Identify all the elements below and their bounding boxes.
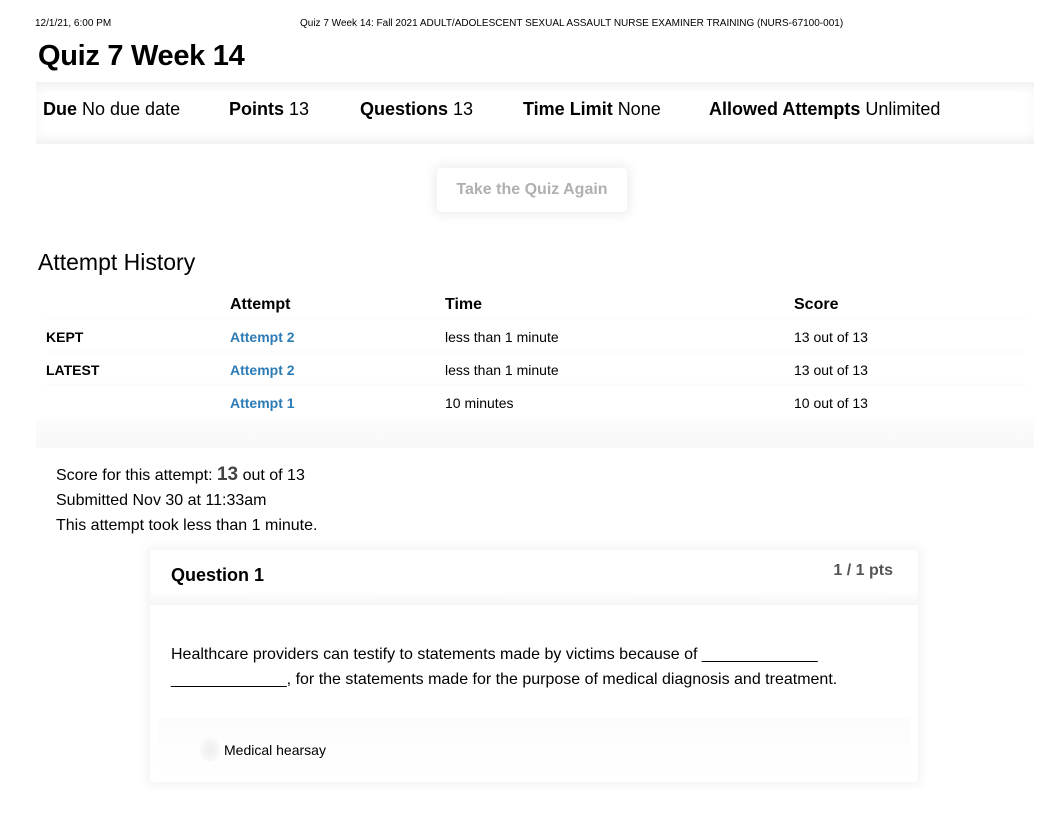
attempt-history-table: Attempt Time Score KEPT Attempt 2 less t… <box>38 290 1034 419</box>
attempt-tag: KEPT <box>46 328 84 345</box>
detail-label: Time Limit <box>523 99 613 119</box>
attempt-time: less than 1 minute <box>445 328 559 345</box>
detail-value: None <box>617 99 661 119</box>
detail-time-limit: Time Limit None <box>523 99 661 120</box>
attempt-tag <box>38 386 230 419</box>
question-points: 1 / 1 pts <box>833 562 893 579</box>
attempt-score: 13 out of 13 <box>794 328 868 345</box>
attempt-score: 13 out of 13 <box>794 361 868 378</box>
column-header-score: Score <box>794 296 839 313</box>
detail-due: Due No due date <box>43 99 180 120</box>
column-header-tag <box>38 290 230 320</box>
attempt-score: 10 out of 13 <box>794 394 868 411</box>
column-header-attempt: Attempt <box>230 296 291 313</box>
table-row: LATEST Attempt 2 less than 1 minute 13 o… <box>38 353 1034 386</box>
question-name: Question 1 <box>171 565 265 585</box>
question-card: Question 1 1 / 1 pts Healthcare provider… <box>150 550 918 782</box>
score-suffix: out of 13 <box>242 467 305 484</box>
answer-option[interactable]: Medical hearsay <box>158 738 910 768</box>
attempt-summary: Score for this attempt: 13 out of 13 Sub… <box>56 462 317 538</box>
detail-questions: Questions 13 <box>360 99 473 120</box>
table-footer-band <box>36 420 1034 448</box>
detail-label: Points <box>229 99 285 119</box>
detail-value: No due date <box>82 99 181 119</box>
detail-label: Allowed Attempts <box>709 99 861 119</box>
table-row: Attempt 1 10 minutes 10 out of 13 <box>38 386 1034 419</box>
detail-value: 13 <box>453 99 474 119</box>
detail-allowed-attempts: Allowed Attempts Unlimited <box>709 99 940 120</box>
answers-list: Medical hearsay <box>158 718 910 780</box>
attempt-duration: This attempt took less than 1 minute. <box>56 517 318 534</box>
answer-radio-indicator[interactable] <box>200 738 220 762</box>
attempt-score-line: Score for this attempt: 13 out of 13 <box>56 462 317 488</box>
detail-value: 13 <box>289 99 310 119</box>
column-header-time: Time <box>445 296 483 313</box>
submitted-time: Submitted Nov 30 at 11:33am <box>56 492 267 509</box>
print-page-title: Quiz 7 Week 14: Fall 2021 ADULT/ADOLESCE… <box>300 18 844 29</box>
take-quiz-again-button[interactable]: Take the Quiz Again <box>437 168 627 212</box>
attempt-link[interactable]: Attempt 2 <box>230 362 295 378</box>
attempt-link[interactable]: Attempt 2 <box>230 329 295 345</box>
question-text: Healthcare providers can testify to stat… <box>171 646 838 688</box>
attempt-history-heading: Attempt History <box>38 249 196 275</box>
attempt-time: 10 minutes <box>445 394 514 411</box>
table-header-row: Attempt Time Score <box>38 290 1034 320</box>
quiz-details: Due No due date Points 13 Questions 13 Time… <box>36 82 1034 144</box>
detail-label: Questions <box>360 99 449 119</box>
score-value: 13 <box>216 464 239 485</box>
print-date: 12/1/21, 6:00 PM <box>35 18 112 29</box>
detail-label: Due <box>43 99 78 119</box>
table-row: KEPT Attempt 2 less than 1 minute 13 out… <box>38 320 1034 353</box>
question-header: Question 1 1 / 1 pts <box>150 550 918 605</box>
attempt-link[interactable]: Attempt 1 <box>230 395 295 411</box>
score-prefix: Score for this attempt: <box>56 467 213 484</box>
attempt-tag: LATEST <box>46 361 100 378</box>
quiz-title: Quiz 7 Week 14 <box>38 40 245 72</box>
attempt-time: less than 1 minute <box>445 361 559 378</box>
answer-label: Medical hearsay <box>224 742 326 758</box>
detail-value: Unlimited <box>865 99 941 119</box>
print-header: 12/1/21, 6:00 PM Quiz 7 Week 14: Fall 20… <box>0 18 1062 32</box>
detail-points: Points 13 <box>229 99 309 120</box>
